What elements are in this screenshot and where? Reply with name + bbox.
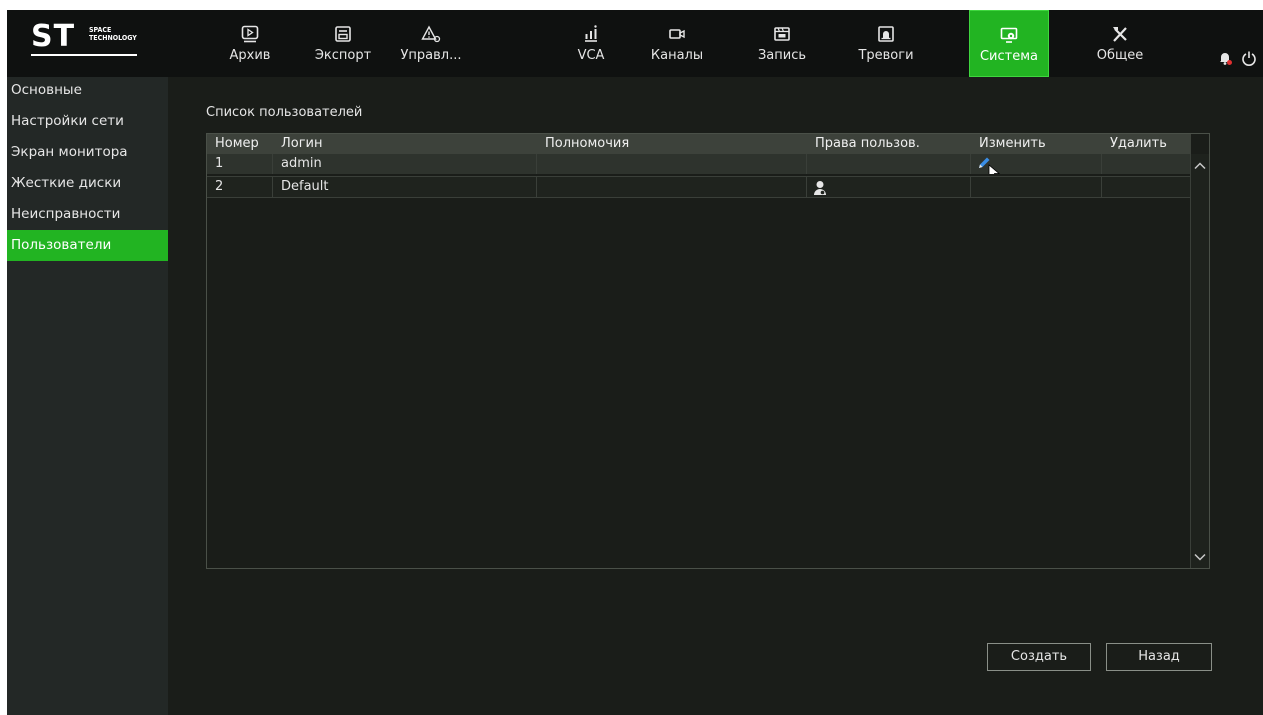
tab-manage[interactable]: Управл... xyxy=(391,10,471,77)
tab-channels[interactable]: Каналы xyxy=(637,10,717,77)
cell-permissions xyxy=(537,154,807,174)
sidebar: Основные Настройки сети Экран монитора Ж… xyxy=(7,77,168,715)
tab-label: VCA xyxy=(577,48,605,63)
logo-subtext: SPACE TECHNOLOGY xyxy=(89,26,137,42)
tab-label: Архив xyxy=(229,48,271,63)
tab-label: Система xyxy=(979,49,1039,64)
cell-edit xyxy=(971,154,1102,174)
table-header: Номер Логин Полномочия Права пользов. Из… xyxy=(207,134,1191,154)
floppy-icon xyxy=(332,24,354,44)
user-icon[interactable] xyxy=(813,180,827,197)
column-header-edit: Изменить xyxy=(979,136,1046,151)
cell-delete xyxy=(1102,154,1191,174)
logo-text: ST xyxy=(31,19,76,54)
warning-gear-icon xyxy=(420,24,442,44)
mouse-cursor-icon xyxy=(988,164,1002,174)
system-monitor-icon xyxy=(998,25,1020,45)
logo-underline xyxy=(31,54,137,56)
tab-label: Экспорт xyxy=(314,48,372,63)
create-button[interactable]: Создать xyxy=(987,643,1091,671)
sidebar-item-faults[interactable]: Неисправности xyxy=(7,199,168,230)
tab-label: Каналы xyxy=(650,48,704,63)
column-header-login: Логин xyxy=(281,136,323,151)
alarm-icon xyxy=(875,24,897,44)
chevron-down-icon[interactable] xyxy=(1194,547,1206,566)
tab-general[interactable]: Общее xyxy=(1080,10,1160,77)
brand-logo: ST SPACE TECHNOLOGY xyxy=(31,22,141,56)
page-title: Список пользователей xyxy=(206,105,363,120)
tab-label: Управл... xyxy=(400,48,462,63)
play-box-icon xyxy=(239,24,261,44)
tab-alarms[interactable]: Тревоги xyxy=(846,10,926,77)
cell-permissions xyxy=(537,177,807,197)
cell-delete xyxy=(1102,177,1191,197)
tab-label: Тревоги xyxy=(858,48,914,63)
cell-edit xyxy=(971,177,1102,197)
power-icon[interactable] xyxy=(1241,50,1257,70)
users-table: Номер Логин Полномочия Права пользов. Из… xyxy=(206,133,1210,569)
cell-user-rights xyxy=(807,177,971,197)
cell-login: Default xyxy=(273,177,537,197)
sidebar-item-users[interactable]: Пользователи xyxy=(7,230,168,261)
column-header-permissions: Полномочия xyxy=(545,136,630,151)
tab-archive[interactable]: Архив xyxy=(210,10,290,77)
sidebar-item-hdd[interactable]: Жесткие диски xyxy=(7,168,168,199)
cell-user-rights xyxy=(807,154,971,174)
vca-chart-icon xyxy=(580,24,602,44)
record-icon xyxy=(771,24,793,44)
tab-system[interactable]: Система xyxy=(969,10,1049,77)
cell-number: 2 xyxy=(207,177,273,197)
table-scrollbar[interactable] xyxy=(1190,154,1209,568)
tab-export[interactable]: Экспорт xyxy=(303,10,383,77)
sidebar-item-display[interactable]: Экран монитора xyxy=(7,137,168,168)
tab-vca[interactable]: VCA xyxy=(551,10,631,77)
tab-label: Запись xyxy=(757,48,807,63)
cell-login: admin xyxy=(273,154,537,174)
tab-record[interactable]: Запись xyxy=(742,10,822,77)
cell-number: 1 xyxy=(207,154,273,174)
tab-label: Общее xyxy=(1096,48,1144,63)
back-button[interactable]: Назад xyxy=(1106,643,1212,671)
top-menu-bar: ST SPACE TECHNOLOGY Архив Экспорт Управл… xyxy=(7,10,1263,77)
table-row[interactable]: 1 admin xyxy=(207,154,1191,174)
table-row[interactable]: 2 Default xyxy=(207,176,1191,198)
tools-icon xyxy=(1109,24,1131,44)
column-header-delete: Удалить xyxy=(1110,136,1167,151)
notification-bell-icon[interactable] xyxy=(1217,50,1233,70)
column-header-user-rights: Права пользов. xyxy=(815,136,920,151)
status-icons xyxy=(1213,50,1263,70)
column-header-number: Номер xyxy=(215,136,259,151)
camera-icon xyxy=(666,24,688,44)
app-frame: ST SPACE TECHNOLOGY Архив Экспорт Управл… xyxy=(7,10,1263,715)
sidebar-item-network[interactable]: Настройки сети xyxy=(7,106,168,137)
chevron-up-icon[interactable] xyxy=(1194,156,1206,175)
sidebar-item-basic[interactable]: Основные xyxy=(7,77,168,106)
